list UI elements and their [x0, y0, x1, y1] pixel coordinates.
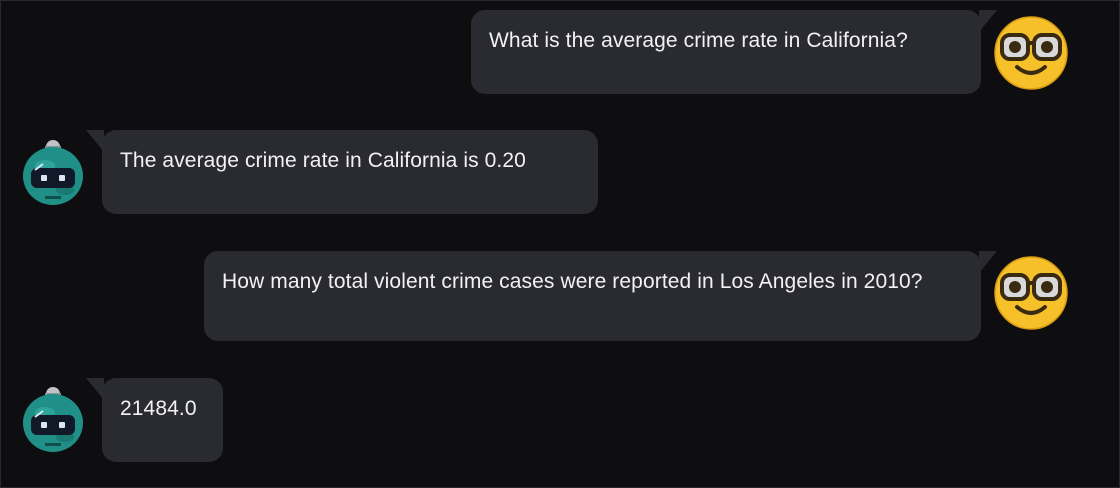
user-message-bubble: How many total violent crime cases were … [204, 251, 997, 341]
message-text: The average crime rate in California is … [120, 149, 526, 172]
message-text: 21484.0 [120, 397, 197, 420]
message-text: How many total violent crime cases were … [222, 270, 923, 293]
nerd-face-icon [994, 16, 1068, 90]
user-message-bubble: What is the average crime rate in Califo… [471, 10, 997, 94]
chat-window: What is the average crime rate in Califo… [0, 0, 1120, 488]
robot-icon [23, 387, 83, 452]
bot-message-bubble: 21484.0 [86, 378, 223, 462]
nerd-face-icon [994, 256, 1068, 330]
robot-icon [23, 140, 83, 205]
message-text: What is the average crime rate in Califo… [489, 29, 908, 52]
bot-message-bubble: The average crime rate in California is … [86, 130, 598, 214]
